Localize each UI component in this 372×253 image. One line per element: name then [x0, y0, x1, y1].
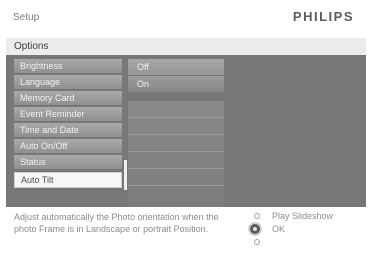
menu-item-brightness[interactable]: Brightness [14, 59, 122, 73]
header-bar: Setup PHILIPS [0, 0, 372, 36]
value-list: Off On [128, 59, 224, 93]
divider [128, 134, 224, 135]
play-slideshow-icon [254, 213, 260, 219]
menu-item-language[interactable]: Language [14, 75, 122, 89]
section-title: Options [14, 41, 49, 52]
screen-title: Setup [13, 12, 40, 23]
divider [128, 117, 224, 118]
navigation-icon [254, 239, 260, 245]
divider [128, 151, 224, 152]
divider [128, 185, 224, 186]
menu-item-auto-on-off[interactable]: Auto On/Off [14, 139, 122, 153]
legend-play-label: Play Slideshow [272, 211, 334, 221]
divider [128, 168, 224, 169]
legend-ok-label: OK [272, 224, 286, 234]
menu-scroll-indicator [124, 160, 127, 190]
menu-item-memory-card[interactable]: Memory Card [14, 91, 122, 105]
value-option-on[interactable]: On [128, 76, 224, 92]
menu-item-time-and-date[interactable]: Time and Date [14, 123, 122, 137]
options-section-bar: Options [6, 38, 366, 55]
value-list-empty-area [128, 101, 224, 207]
ok-button-icon [248, 222, 262, 236]
legend-play-slideshow: Play Slideshow [252, 210, 362, 223]
legend-extra [252, 236, 362, 249]
menu-item-status[interactable]: Status [14, 155, 122, 169]
legend-ok: OK [248, 222, 362, 236]
help-text: Adjust automatically the Photo orientati… [14, 212, 219, 234]
brand-logo: PHILIPS [292, 9, 354, 24]
button-legend: Play Slideshow OK [248, 210, 362, 249]
options-menu: Brightness Language Memory Card Event Re… [14, 59, 122, 190]
menu-item-event-reminder[interactable]: Event Reminder [14, 107, 122, 121]
value-option-off[interactable]: Off [128, 59, 224, 75]
menu-item-auto-tilt[interactable]: Auto Tilt [14, 172, 122, 188]
